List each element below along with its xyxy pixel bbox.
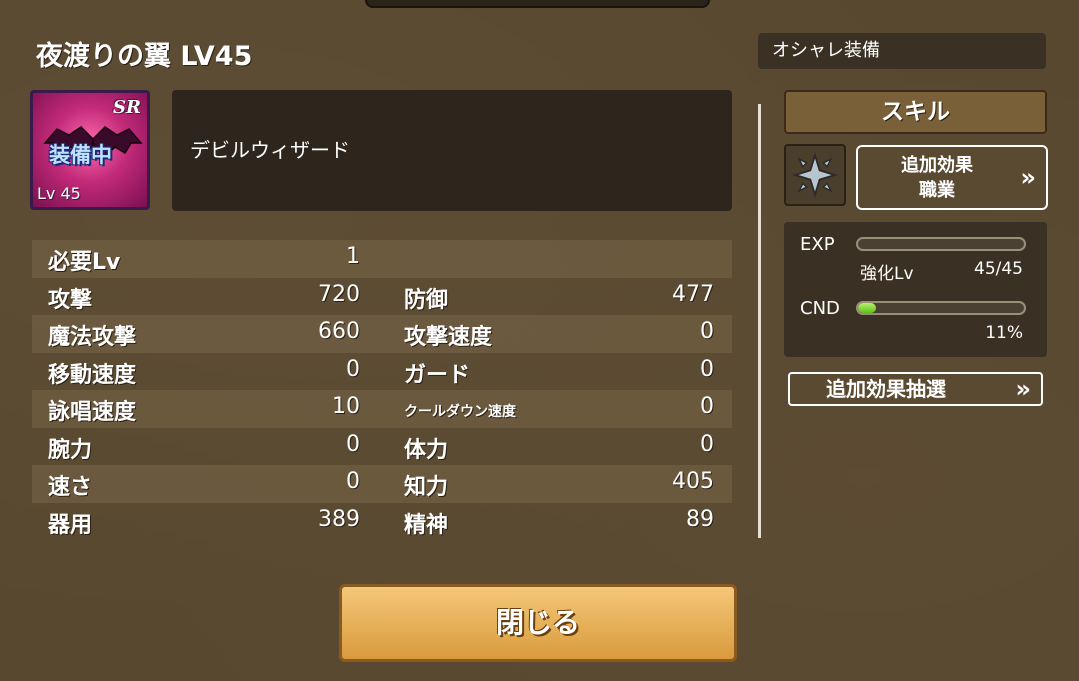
lottery-label: 追加効果抽選: [826, 377, 946, 401]
stat-label: 必要Lv: [48, 250, 121, 275]
exp-bar: [856, 237, 1026, 251]
stat-value: 0: [346, 431, 360, 457]
stat-value: 389: [318, 506, 360, 532]
description-text: デビルウィザード: [190, 138, 350, 162]
stat-row: 移動速度 0 ガード 0: [32, 353, 732, 391]
top-tab-edge: [365, 0, 710, 8]
cnd-bar-fill: [858, 303, 877, 313]
enhance-label: 強化Lv: [860, 264, 914, 284]
stat-value: 0: [700, 356, 714, 382]
enhance-value: 45/45: [974, 259, 1023, 279]
rarity-badge: SR: [113, 97, 141, 118]
bonus-effect-job-button[interactable]: 追加効果 職業 »: [856, 145, 1048, 210]
cnd-bar: [856, 301, 1026, 315]
stat-row: 必要Lv 1: [32, 240, 732, 278]
stat-value: 720: [318, 281, 360, 307]
stat-label: 防御: [404, 287, 449, 313]
stat-row: 魔法攻撃 660 攻撃速度 0: [32, 315, 732, 353]
stat-value: 660: [318, 319, 360, 344]
chevron-right-icon: »: [1020, 163, 1036, 191]
stat-value: 0: [700, 394, 714, 419]
cnd-value: 11%: [985, 323, 1023, 343]
column-divider: [758, 104, 761, 538]
bonus-lottery-button[interactable]: 追加効果抽選 »: [788, 372, 1043, 406]
stat-label: 攻撃: [48, 287, 93, 313]
stat-value: 0: [346, 356, 360, 382]
stat-label: クールダウン速度: [404, 404, 516, 420]
stats-table: 必要Lv 1 攻撃 720 防御 477 魔法攻撃 660 攻撃速度 0 移動速…: [32, 240, 732, 540]
stat-value: 0: [346, 469, 360, 494]
cnd-label: CND: [800, 298, 840, 319]
item-detail-panel: 夜渡りの翼 LV45 オシャレ装備 SR 装備中 Lv 45 デビルウィザード …: [0, 0, 1079, 681]
stat-value: 1: [346, 244, 360, 269]
exp-label: EXP: [800, 234, 835, 255]
stat-label: 移動速度: [48, 362, 137, 388]
stat-label: 精神: [404, 512, 449, 538]
close-button[interactable]: 閉じる: [339, 584, 737, 662]
item-description: デビルウィザード: [172, 90, 732, 211]
stat-row: 腕力 0 体力 0: [32, 428, 732, 466]
stat-label: 腕力: [48, 437, 93, 463]
stat-value: 405: [672, 469, 714, 494]
item-level: Lv 45: [37, 184, 81, 203]
stat-value: 10: [332, 394, 360, 419]
stat-label: 器用: [48, 512, 93, 538]
stat-label: 知力: [404, 475, 449, 500]
stat-label: 速さ: [48, 475, 93, 500]
stat-value: 0: [700, 319, 714, 344]
exp-panel: EXP 強化Lv 45/45 CND 11%: [784, 222, 1047, 357]
equipped-badge: 装備中: [49, 143, 112, 167]
bonus-line2: 職業: [919, 180, 955, 201]
stat-row: 攻撃 720 防御 477: [32, 278, 732, 316]
fashion-equipment-tab[interactable]: オシャレ装備: [758, 33, 1046, 69]
stat-row: 速さ 0 知力 405: [32, 465, 732, 503]
stat-label: 詠唱速度: [48, 400, 137, 425]
item-icon: SR 装備中 Lv 45: [30, 90, 150, 210]
stat-value: 0: [700, 431, 714, 457]
stat-value: 477: [672, 281, 714, 307]
stat-label: ガード: [404, 362, 471, 388]
skill-button[interactable]: スキル: [784, 90, 1047, 134]
compass-star-icon[interactable]: [784, 144, 846, 206]
stat-label: 体力: [404, 437, 449, 463]
stat-row: 詠唱速度 10 クールダウン速度 0: [32, 390, 732, 428]
chevron-right-icon: »: [1015, 375, 1031, 403]
skill-glyph: [792, 152, 838, 198]
stat-value: 89: [686, 506, 714, 532]
stat-label: 魔法攻撃: [48, 325, 137, 350]
stat-row: 器用 389 精神 89: [32, 503, 732, 541]
bonus-line1: 追加効果: [901, 155, 973, 176]
item-title: 夜渡りの翼 LV45: [36, 41, 253, 72]
stat-label: 攻撃速度: [404, 325, 493, 350]
